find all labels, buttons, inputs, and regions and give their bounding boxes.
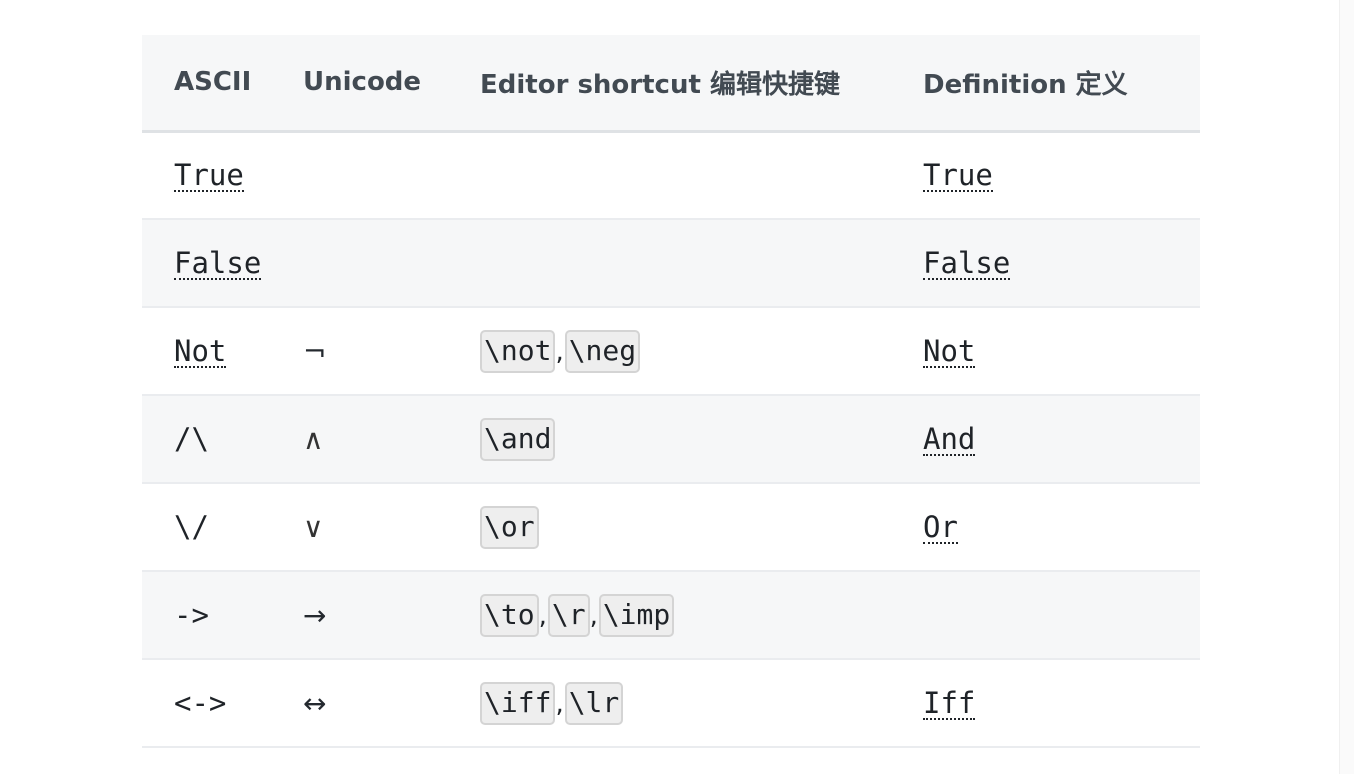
shortcut-cell: \or <box>480 483 923 571</box>
ascii-cell: True <box>142 131 303 219</box>
definition-cell: False <box>923 219 1200 307</box>
table-row: True True <box>142 131 1200 219</box>
header-unicode: Unicode <box>303 35 480 133</box>
table-row: \/ ∨ \or Or <box>142 483 1200 571</box>
unicode-cell <box>303 131 480 219</box>
definition-link[interactable]: False <box>923 247 1011 281</box>
table-row: /\ ∧ \and And <box>142 395 1200 483</box>
ascii-cell: False <box>142 219 303 307</box>
definition-cell <box>923 571 1200 659</box>
ascii-link[interactable]: True <box>174 160 244 193</box>
logic-symbols-table: ASCII Unicode Editor shortcut 编辑快捷键 Defi… <box>142 35 1200 748</box>
unicode-cell <box>303 219 480 307</box>
definition-cell: Or <box>923 483 1200 571</box>
definition-cell: Not <box>923 307 1200 395</box>
header-ascii: ASCII <box>142 35 303 133</box>
unicode-symbol: ↔ <box>303 687 327 720</box>
ascii-cell: \/ <box>142 483 303 571</box>
table-row: <-> ↔ \iff, \lr Iff <box>142 659 1200 747</box>
header-editor-shortcut: Editor shortcut 编辑快捷键 <box>480 35 923 133</box>
shortcut-code: \to <box>480 593 539 637</box>
definition-link[interactable]: Not <box>923 335 976 369</box>
shortcut-cell: \and <box>480 395 923 483</box>
ascii-link[interactable]: Not <box>174 335 227 369</box>
table-row: -> → \to, \r, \imp <box>142 571 1200 659</box>
unicode-cell: ∨ <box>303 483 480 571</box>
table-header-row: ASCII Unicode Editor shortcut 编辑快捷键 Defi… <box>142 35 1200 133</box>
unicode-symbol: ∧ <box>303 423 324 456</box>
definition-link[interactable]: And <box>923 423 976 457</box>
separator: , <box>555 336 564 367</box>
ascii-link[interactable]: False <box>174 247 262 281</box>
unicode-cell: → <box>303 571 480 659</box>
shortcut-cell <box>480 219 923 307</box>
shortcut-cell <box>480 131 923 219</box>
shortcut-code: \or <box>480 505 539 549</box>
shortcut-code: \and <box>480 417 556 461</box>
ascii-text: /\ <box>174 422 209 456</box>
unicode-cell: ↔ <box>303 659 480 747</box>
shortcut-cell: \not, \neg <box>480 307 923 395</box>
ascii-cell: /\ <box>142 395 303 483</box>
definition-cell: Iff <box>923 659 1200 747</box>
definition-cell: And <box>923 395 1200 483</box>
shortcut-code: \iff <box>480 681 556 725</box>
shortcut-cell: \to, \r, \imp <box>480 571 923 659</box>
unicode-cell: ¬ <box>303 307 480 395</box>
definition-link[interactable]: True <box>923 160 993 193</box>
ascii-cell: -> <box>142 571 303 659</box>
separator: , <box>555 688 564 719</box>
definition-link[interactable]: Or <box>923 511 958 545</box>
shortcut-code: \lr <box>564 681 624 725</box>
unicode-symbol: ∨ <box>303 511 324 544</box>
unicode-symbol: ¬ <box>303 335 327 368</box>
separator: , <box>538 600 547 631</box>
table-row: False False <box>142 219 1200 307</box>
shortcut-code: \r <box>547 593 590 637</box>
header-definition: Definition 定义 <box>923 35 1200 133</box>
ascii-cell: Not <box>142 307 303 395</box>
ascii-text: <-> <box>174 686 227 720</box>
definition-cell: True <box>923 131 1200 219</box>
unicode-symbol: → <box>303 599 327 632</box>
separator: , <box>589 600 598 631</box>
ascii-text: \/ <box>174 510 209 544</box>
ascii-text: -> <box>174 598 209 632</box>
shortcut-code: \imp <box>598 593 675 637</box>
shortcut-code: \not <box>480 329 556 373</box>
shortcut-cell: \iff, \lr <box>480 659 923 747</box>
unicode-cell: ∧ <box>303 395 480 483</box>
page-scrollbar[interactable] <box>1339 0 1354 774</box>
definition-link[interactable]: Iff <box>923 687 976 721</box>
table-row: Not ¬ \not, \neg Not <box>142 307 1200 395</box>
ascii-cell: <-> <box>142 659 303 747</box>
shortcut-code: \neg <box>564 329 641 373</box>
